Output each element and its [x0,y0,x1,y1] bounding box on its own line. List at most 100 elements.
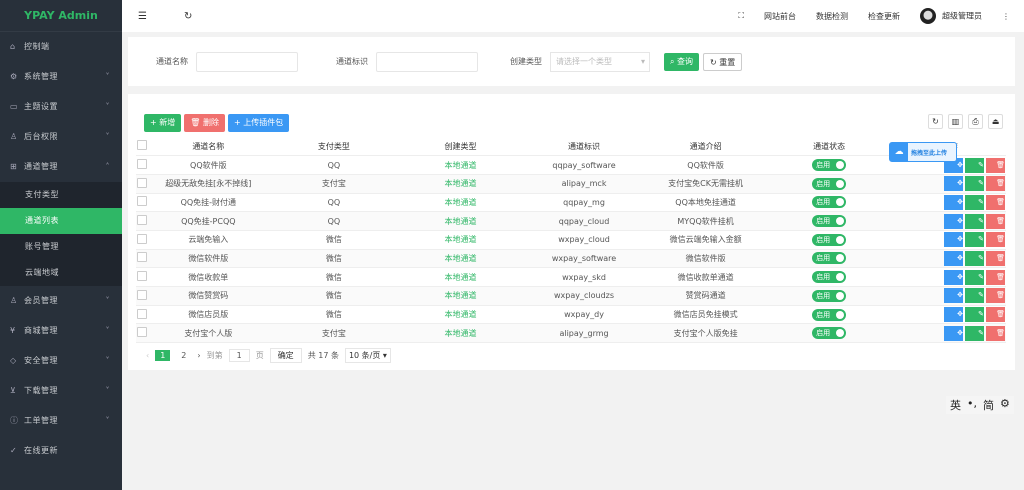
refresh-icon[interactable]: ↻ [184,11,214,22]
edit-button[interactable]: ✎ [965,157,984,173]
delete-row-button[interactable]: 🗑 [986,213,1005,229]
sidebar-subitem-3[interactable]: 云端地域 [0,260,122,286]
menu-toggle-icon[interactable]: ☰ [138,11,168,22]
add-button[interactable]: + 新增 [144,114,182,132]
ime-punct[interactable]: •, [967,397,977,413]
export-icon[interactable]: ⏏ [988,114,1003,129]
move-button[interactable]: ✥ [944,176,963,192]
delete-row-button[interactable]: 🗑 [986,325,1005,341]
sidebar-item-1[interactable]: ⚙ 系统管理 ˅ [0,62,122,92]
row-checkbox[interactable] [137,196,148,207]
refresh-table-icon[interactable]: ↻ [928,114,943,129]
link-check-update[interactable]: 检查更新 [868,11,900,22]
delete-row-button[interactable]: 🗑 [986,232,1005,248]
ime-lang[interactable]: 英 [950,397,961,413]
status-toggle[interactable]: 启用 [812,159,847,172]
sidebar-item-3[interactable]: ♙ 后台权限 ˅ [0,122,122,152]
delete-row-button[interactable]: 🗑 [986,307,1005,323]
page-size-select[interactable]: 10 条/页 ▾ [344,348,391,363]
row-checkbox[interactable] [137,289,148,300]
edit-button[interactable]: ✎ [965,232,984,248]
id-input[interactable] [376,51,478,72]
status-toggle[interactable]: 启用 [812,327,847,340]
sidebar-item-4[interactable]: ⊞ 通道管理 ˄ [0,152,122,182]
sidebar-item-0[interactable]: ⌂ 控制端 [0,32,122,62]
sidebar-item-6[interactable]: ¥ 商城管理 ˅ [0,316,122,346]
move-button[interactable]: ✥ [944,232,963,248]
link-data-check[interactable]: 数据检测 [816,11,848,22]
status-toggle[interactable]: 启用 [812,271,847,284]
status-toggle[interactable]: 启用 [812,233,847,246]
delete-row-button[interactable]: 🗑 [986,269,1005,285]
page-2[interactable]: 2 [176,350,191,361]
move-button[interactable]: ✥ [944,325,963,341]
column-header[interactable]: 支付类型 [268,137,400,157]
delete-row-button[interactable]: 🗑 [986,157,1005,173]
upload-plugin-button[interactable]: + 上传插件包 [227,114,290,132]
row-checkbox[interactable] [137,233,148,244]
delete-row-button[interactable]: 🗑 [986,250,1005,266]
edit-button[interactable]: ✎ [965,288,984,304]
goto-confirm-button[interactable]: 确定 [269,348,302,363]
sidebar-item-9[interactable]: ⓘ 工单管理 ˅ [0,406,122,436]
query-button[interactable]: ⌕ 查询 [664,52,700,71]
move-button[interactable]: ✥ [944,288,963,304]
move-button[interactable]: ✥ [944,269,963,285]
page-1[interactable]: 1 [155,350,171,361]
edit-button[interactable]: ✎ [965,325,984,341]
status-toggle[interactable]: 启用 [812,252,847,265]
move-button[interactable]: ✥ [944,307,963,323]
row-checkbox[interactable] [137,177,148,188]
edit-button[interactable]: ✎ [965,176,984,192]
delete-row-button[interactable]: 🗑 [986,288,1005,304]
sidebar-subitem-0[interactable]: 支付类型 [0,182,122,208]
row-checkbox[interactable] [137,215,148,226]
print-icon[interactable]: ⎙ [968,114,983,129]
row-checkbox[interactable] [137,327,148,338]
status-toggle[interactable]: 启用 [812,215,847,228]
prev-page-icon[interactable]: ‹ [146,351,149,360]
delete-row-button[interactable]: 🗑 [986,176,1005,192]
row-checkbox[interactable] [137,159,148,170]
sidebar-subitem-2[interactable]: 账号管理 [0,234,122,260]
ime-settings-icon[interactable]: ⚙ [1000,397,1010,413]
sidebar-item-8[interactable]: ⊻ 下载管理 ˅ [0,376,122,406]
column-header[interactable]: 创建类型 [399,137,522,157]
status-toggle[interactable]: 启用 [812,177,847,190]
status-toggle[interactable]: 启用 [812,289,847,302]
column-header[interactable]: 通道名称 [148,137,269,157]
type-select[interactable]: 请选择一个类型 ▾ [550,51,650,72]
edit-button[interactable]: ✎ [965,213,984,229]
status-toggle[interactable]: 启用 [812,308,847,321]
row-checkbox[interactable] [137,308,148,319]
ime-mode[interactable]: 简 [983,397,994,413]
column-header[interactable]: 通道状态 [764,137,894,157]
sidebar-item-10[interactable]: ✓ 在线更新 [0,436,122,466]
delete-button[interactable]: 🗑 删除 [184,114,225,132]
sidebar-subitem-1[interactable]: 通道列表 [0,208,122,234]
move-button[interactable]: ✥ [944,213,963,229]
edit-button[interactable]: ✎ [965,307,984,323]
fullscreen-icon[interactable]: ⛶ [738,11,744,21]
edit-button[interactable]: ✎ [965,269,984,285]
column-header[interactable]: 通道标识 [521,137,647,157]
row-checkbox[interactable] [137,271,148,282]
goto-input[interactable]: 1 [228,349,250,362]
link-site-front[interactable]: 网站前台 [764,11,796,22]
next-page-icon[interactable]: › [197,351,200,360]
sidebar-item-2[interactable]: ▭ 主题设置 ˅ [0,92,122,122]
drag-upload-popup[interactable]: ☁ 拖拽至此上传 [889,142,957,162]
columns-filter-icon[interactable]: ▥ [948,114,963,129]
status-toggle[interactable]: 启用 [812,196,847,209]
edit-button[interactable]: ✎ [965,194,984,210]
column-header[interactable]: 通道介绍 [646,137,765,157]
sidebar-item-5[interactable]: ♙ 会员管理 ˅ [0,286,122,316]
user-menu[interactable]: 超级管理员 [920,8,982,24]
delete-row-button[interactable]: 🗑 [986,194,1005,210]
move-button[interactable]: ✥ [944,250,963,266]
sidebar-item-7[interactable]: ◇ 安全管理 ˅ [0,346,122,376]
name-input[interactable] [196,51,298,72]
select-all-checkbox[interactable] [137,140,148,151]
row-checkbox[interactable] [137,252,148,263]
move-button[interactable]: ✥ [944,194,963,210]
